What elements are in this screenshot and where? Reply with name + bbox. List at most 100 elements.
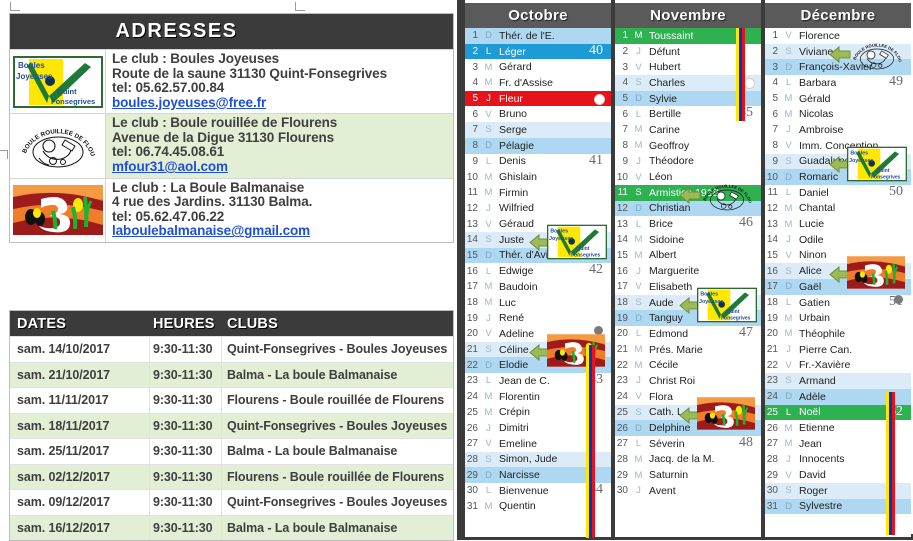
calendar-day-row[interactable]: 7 M Carine: [615, 122, 761, 138]
day-of-week: D: [485, 140, 492, 152]
day-number: 18: [616, 297, 628, 309]
day-of-week: L: [485, 265, 492, 277]
calendar-day-row[interactable]: 14 J Odile: [765, 232, 911, 248]
day-number: 17: [466, 281, 478, 293]
calendar-day-row[interactable]: 8 M Geoffroy: [615, 138, 761, 154]
calendar-day-row[interactable]: 13 M Lucie: [765, 216, 911, 232]
day-number: 30: [766, 485, 778, 497]
day-number: 13: [466, 218, 478, 230]
calendar-day-row[interactable]: 9 L Denis 41: [465, 153, 611, 170]
calendar-day-row[interactable]: 5 J Fleur: [465, 90, 611, 107]
day-of-week: S: [485, 234, 492, 246]
calendar-day-row[interactable]: 21 M Prés. Marie: [615, 342, 761, 358]
day-of-week: M: [634, 453, 643, 465]
day-of-week: S: [635, 77, 642, 89]
day-of-week: L: [485, 155, 492, 167]
calendar-day-row[interactable]: 9 J Théodore: [615, 154, 761, 170]
day-of-week: L: [785, 187, 792, 199]
schedule-club: Quint-Fonsegrives - Boules Joyeuses: [227, 418, 448, 433]
calendar-day-row[interactable]: 8 D Pélagie: [465, 137, 611, 154]
boule-balmanaise-logo-icon: [847, 255, 905, 289]
day-number: 2: [472, 46, 478, 58]
schedule-hours: 9:30-11:30: [150, 388, 222, 413]
calendar-day-row[interactable]: 15 M Albert: [615, 248, 761, 264]
saint-name: Bienvenue: [499, 484, 549, 497]
calendar-day-row[interactable]: 19 M Urbain: [765, 310, 911, 326]
day-number: 22: [466, 359, 478, 371]
day-of-week: J: [786, 124, 791, 136]
saint-name: Ambroise: [799, 123, 844, 136]
calendar-day-row[interactable]: 20 L Edmond 47: [615, 325, 761, 342]
calendar-day-row[interactable]: 12 J Wilfried: [465, 201, 611, 217]
calendar-day-row[interactable]: 23 J Christ Roi: [615, 373, 761, 389]
calendar-day-row[interactable]: 6 M Nicolas: [765, 106, 911, 122]
day-number: 28: [616, 453, 628, 465]
schedule-date: sam. 02/12/2017: [10, 464, 150, 489]
calendar-day-row[interactable]: 19 J René: [465, 310, 611, 326]
calendar-day-row[interactable]: 6 V Bruno: [465, 106, 611, 122]
calendar-day-row[interactable]: 22 V Fr.-Xavière: [765, 357, 911, 373]
calendar-day-row[interactable]: 16 J Marguerite: [615, 263, 761, 279]
day-of-week: M: [484, 406, 493, 418]
calendar-day-row[interactable]: 16 L Edwige 42: [465, 262, 611, 279]
calendar-day-row[interactable]: 5 M Gérald: [765, 91, 911, 107]
calendar-day-row[interactable]: 21 J Pierre Can.: [765, 342, 911, 358]
day-of-week: V: [485, 108, 492, 120]
day-of-week: J: [486, 422, 491, 434]
flag-stripe-november: [736, 28, 745, 121]
calendar-day-row[interactable]: 3 M Gérard: [465, 59, 611, 75]
email-link[interactable]: boules.joyeuses@free.fr: [112, 95, 387, 111]
saint-name: Fr. d'Assise: [499, 76, 553, 89]
calendar-day-row[interactable]: 2 L Léger 40: [465, 43, 611, 60]
day-number: 15: [766, 249, 778, 261]
day-number: 13: [766, 218, 778, 230]
saint-name: Bertille: [649, 108, 682, 121]
calendar-day-row[interactable]: 28 M Jacq. de la M.: [615, 452, 761, 468]
calendar-day-row[interactable]: 12 M Chantal: [765, 201, 911, 217]
day-of-week: L: [635, 328, 642, 340]
day-of-week: M: [784, 422, 793, 434]
calendar-day-row[interactable]: 27 L Séverin 48: [615, 435, 761, 452]
address-text: Le club : Boules Joyeuses Route de la sa…: [106, 50, 387, 113]
day-number: 16: [466, 265, 478, 277]
day-of-week: M: [484, 187, 493, 199]
svg-text:Quint: Quint: [57, 87, 77, 96]
calendar-day-row[interactable]: 17 M Baudoin: [465, 279, 611, 295]
day-number: 28: [766, 453, 778, 465]
day-number: 1: [622, 30, 628, 42]
calendar-day-row[interactable]: 14 M Sidoine: [615, 232, 761, 248]
schedule-club: Balma - La boule Balmanaise: [227, 444, 398, 459]
day-number: 20: [616, 328, 628, 340]
calendar-day-row[interactable]: 1 D Thér. de l'E.: [465, 28, 611, 44]
calendar-day-row[interactable]: 4 M Fr. d'Assise: [465, 75, 611, 91]
calendar-day-row[interactable]: 23 S Armand: [765, 373, 911, 389]
saint-name: Etienne: [799, 422, 835, 435]
calendar-day-row[interactable]: 22 M Cécile: [615, 357, 761, 373]
day-number: 31: [766, 500, 778, 512]
day-number: 15: [466, 249, 478, 261]
saint-name: Cécile: [649, 359, 679, 372]
calendar-day-row[interactable]: 7 J Ambroise: [765, 122, 911, 138]
calendar-day-row[interactable]: 29 M Saturnin: [615, 467, 761, 483]
saint-name: Saturnin: [649, 469, 689, 482]
schedule-date: sam. 09/12/2017: [10, 490, 150, 515]
day-number: 11: [467, 187, 478, 199]
day-number: 30: [466, 485, 478, 497]
calendar-day-row[interactable]: 30 J Avent: [615, 483, 761, 499]
email-link[interactable]: laboulebalmanaise@gmail.com: [112, 224, 312, 239]
svg-text:Boules: Boules: [550, 229, 568, 235]
day-of-week: M: [784, 328, 793, 340]
calendar-day-row[interactable]: 18 M Luc: [465, 295, 611, 311]
day-of-week: V: [785, 359, 792, 371]
calendar-day-row[interactable]: 7 S Serge: [465, 122, 611, 138]
calendar-day-row[interactable]: 18LGatien51: [765, 294, 911, 311]
email-link[interactable]: mfour31@aol.com: [112, 159, 337, 175]
boules-joyeuses-logo: Boules Joyeuses Quint Fonsegrives: [10, 50, 106, 114]
calendar-day-row[interactable]: 11 M Firmin: [465, 185, 611, 201]
calendar-day-row[interactable]: 11 L Daniel 50: [765, 184, 911, 201]
calendar-day-row[interactable]: 10 M Ghislain: [465, 169, 611, 185]
day-number: 20: [466, 328, 478, 340]
saint-name: Edmond: [649, 327, 689, 340]
calendar-day-row[interactable]: 20 M Théophile: [765, 326, 911, 342]
day-of-week: V: [635, 281, 642, 293]
